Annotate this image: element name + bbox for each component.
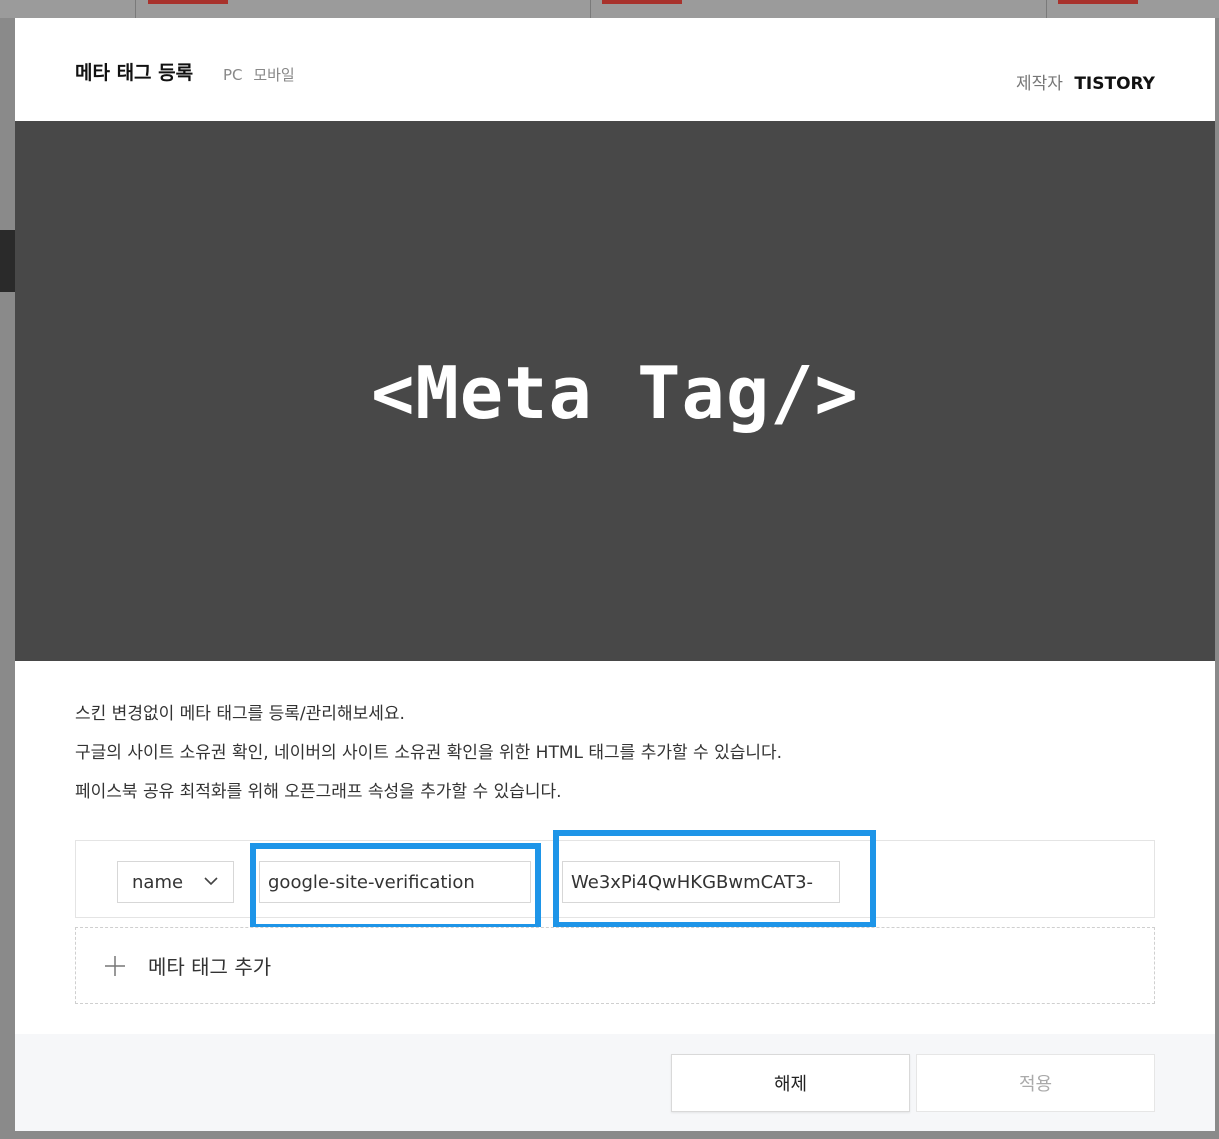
platform-tags: PC 모바일 xyxy=(223,64,301,85)
maker-label: 제작자 xyxy=(1015,74,1063,94)
meta-tag-banner: <Meta Tag/> xyxy=(15,121,1215,661)
meta-tag-row: name xyxy=(75,830,1155,930)
platform-tag-mobile: 모바일 xyxy=(253,66,295,84)
attribute-select-value: name xyxy=(132,871,184,893)
description-line: 페이스북 공유 최적화를 위해 오픈그래프 속성을 추가할 수 있습니다. xyxy=(75,782,562,802)
plus-icon xyxy=(105,955,125,976)
apply-button[interactable]: 적용 xyxy=(916,1054,1155,1112)
description-line: 구글의 사이트 소유권 확인, 네이버의 사이트 소유권 확인을 위한 HTML… xyxy=(75,743,783,763)
add-meta-tag-label: 메타 태그 추가 xyxy=(148,955,272,979)
chevron-down-icon xyxy=(204,877,218,886)
description: 스킨 변경없이 메타 태그를 등록/관리해보세요. 구글의 사이트 소유권 확인… xyxy=(75,702,782,819)
description-line: 스킨 변경없이 메타 태그를 등록/관리해보세요. xyxy=(75,704,405,724)
highlight-box-content xyxy=(553,830,876,928)
modal-title: 메타 태그 등록 xyxy=(75,62,194,84)
modal-header: 메타 태그 등록 PC 모바일 제작자 TISTORY xyxy=(15,18,1215,121)
background-divider xyxy=(135,0,136,18)
background-block xyxy=(0,230,15,292)
background-divider xyxy=(590,0,591,18)
maker-value: TISTORY xyxy=(1074,74,1155,94)
background-accent xyxy=(148,0,228,4)
platform-tag-pc: PC xyxy=(223,66,243,84)
background-accent xyxy=(602,0,682,4)
meta-tag-modal: 메타 태그 등록 PC 모바일 제작자 TISTORY <Meta Tag/> … xyxy=(15,18,1215,1131)
attribute-select[interactable]: name xyxy=(117,861,234,903)
highlight-box-name xyxy=(250,843,541,930)
modal-footer: 해제 적용 xyxy=(15,1034,1215,1131)
background-divider xyxy=(1046,0,1047,18)
maker-info: 제작자 TISTORY xyxy=(1016,69,1155,94)
add-meta-tag-button[interactable]: 메타 태그 추가 xyxy=(75,927,1155,1004)
background-accent xyxy=(1058,0,1138,4)
banner-text: <Meta Tag/> xyxy=(371,351,859,435)
release-button[interactable]: 해제 xyxy=(671,1054,910,1112)
